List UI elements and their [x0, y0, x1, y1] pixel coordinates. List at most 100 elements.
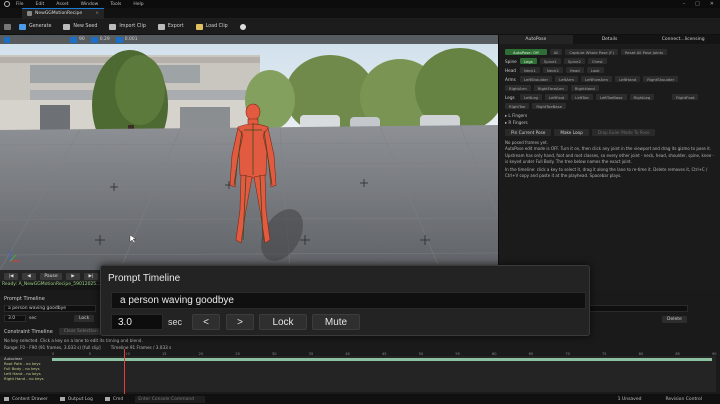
joint-chip[interactable]: Look	[586, 67, 604, 73]
next-prompt-button[interactable]: >	[226, 314, 254, 330]
tab-autopose[interactable]: AutoPose	[499, 35, 573, 44]
autopose-toggle-button[interactable]: AutoPose: Off	[505, 49, 547, 55]
l-fingers-tree-item[interactable]: ▸ L Fingers	[499, 113, 720, 118]
constraint-timeline-title: Constraint Timeline	[4, 328, 53, 335]
maximize-icon[interactable]: □	[695, 1, 700, 7]
joint-chip[interactable]: LeftFoot	[544, 94, 569, 100]
menu-edit[interactable]: Edit	[36, 2, 45, 7]
prompt-text-input[interactable]: a person waving goodbye	[111, 292, 586, 309]
duration-input[interactable]: 3.0	[111, 314, 163, 330]
all-button[interactable]: All	[549, 49, 563, 55]
new-seed-button[interactable]: New Seed	[63, 23, 97, 30]
joint-chip[interactable]: RightHand	[570, 85, 599, 91]
small-prompt-input[interactable]: a person waving goodbye	[4, 305, 96, 312]
rotation-snap-value: 0.29	[99, 37, 110, 42]
menu-window[interactable]: Window	[81, 2, 99, 7]
joint-chip[interactable]: LeftArm	[555, 76, 578, 82]
mute-button[interactable]: Mute	[312, 314, 360, 330]
document-tab[interactable]: NewGGMotionRecipe ×	[22, 7, 104, 19]
prompt-input-tail[interactable]	[588, 305, 688, 312]
step-back-button[interactable]: ◀	[22, 272, 36, 280]
reset-joints-button[interactable]: Reset All Pose Joints	[620, 49, 668, 55]
menu-help[interactable]: Help	[133, 2, 143, 7]
delete-prompt-button[interactable]: Delete	[662, 316, 687, 323]
generate-button[interactable]: Generate	[19, 23, 51, 30]
tab-details[interactable]: Details	[573, 35, 647, 44]
translate-icon[interactable]	[15, 36, 21, 43]
small-lock-button[interactable]: Lock	[74, 315, 95, 322]
lock-button[interactable]: Lock	[259, 314, 307, 330]
pause-button[interactable]: Pause	[40, 272, 62, 280]
joint-chip[interactable]: LeftHand	[615, 76, 641, 82]
joint-chip[interactable]: LeftShoulder	[520, 76, 553, 82]
cmd-dropdown[interactable]: Cmd	[104, 396, 124, 402]
constraint-track-area[interactable]: Autoclear Root Path - no keys Full Body …	[0, 356, 716, 392]
clear-selection-button[interactable]: Clear Selection	[58, 328, 103, 335]
joint-chip[interactable]: Spine1	[539, 58, 561, 64]
joint-chip[interactable]: Chest	[587, 58, 607, 64]
joint-chip[interactable]: Neck1	[520, 67, 540, 73]
jump-start-button[interactable]: |◀	[4, 272, 18, 280]
pin-current-pose-button[interactable]: Pin Current Pose	[505, 129, 552, 136]
save-button[interactable]	[4, 23, 11, 30]
viewport[interactable]: 90 0.29 0.001	[0, 35, 498, 270]
joint-chip[interactable]: RightLeg	[629, 94, 655, 100]
playhead[interactable]	[124, 349, 125, 394]
minimize-icon[interactable]: –	[683, 1, 686, 7]
small-sec-input[interactable]: 3.0	[4, 315, 26, 322]
unreal-logo-button[interactable]	[239, 23, 246, 30]
joint-chip[interactable]: LeftForeArm	[581, 76, 613, 82]
scale-icon[interactable]	[37, 36, 43, 43]
lane-label: Right Hand - no keys	[4, 376, 44, 381]
close-window-icon[interactable]: ✕	[710, 1, 714, 7]
make-loop-button[interactable]: Make Loop	[554, 129, 589, 136]
joint-chip[interactable]: RightToeBase	[532, 103, 566, 109]
console-input[interactable]: Enter Console Command	[135, 395, 206, 403]
joint-chip[interactable]: RightShoulder	[643, 76, 679, 82]
output-log-button[interactable]: Output Log	[59, 397, 93, 402]
surface-snap-icon[interactable]	[59, 36, 65, 43]
joint-chip[interactable]: RightToe	[505, 103, 530, 109]
axis-gizmo-icon	[6, 247, 24, 265]
joint-chip[interactable]: Neck2	[542, 67, 563, 73]
tab-close-icon[interactable]: ×	[95, 11, 99, 16]
save-icon	[4, 23, 11, 30]
constraint-hint: No key selected. Click a key on a lane t…	[4, 338, 143, 343]
tab-licensing[interactable]: Connect...licensing	[646, 35, 720, 44]
export-button[interactable]: Export	[157, 23, 184, 30]
joint-chip[interactable]: LeftToe	[571, 94, 593, 100]
revision-control-button[interactable]: Revision Control	[665, 397, 702, 402]
step-forward-button[interactable]: ▶	[66, 272, 80, 280]
content-drawer-button[interactable]: Content Drawer	[4, 397, 48, 402]
grid-snap-icon[interactable]	[70, 36, 77, 43]
drop-euler-button[interactable]: Drop Euler Mode To Pose	[591, 129, 656, 136]
joint-chip[interactable]: RightArm	[505, 85, 531, 91]
rotation-snap-icon[interactable]	[90, 36, 98, 43]
select-mode-icon[interactable]	[4, 36, 10, 43]
joint-chip[interactable]: Head	[565, 67, 584, 73]
rotate-icon[interactable]	[26, 36, 32, 43]
jump-end-button[interactable]: ▶|	[84, 272, 98, 280]
world-space-icon[interactable]	[48, 36, 54, 43]
joint-chip[interactable]: LeftToeBase	[595, 94, 627, 100]
import-clip-button[interactable]: Import Clip	[109, 23, 146, 30]
menu-file[interactable]: File	[16, 2, 24, 7]
scale-snap-icon[interactable]	[115, 36, 123, 43]
capture-pose-button[interactable]: Capture Whole Pose (F)	[565, 49, 618, 55]
menu-tools[interactable]: Tools	[110, 2, 121, 7]
joint-chip[interactable]: Spine2	[563, 58, 585, 64]
prompt-timeline-panel: Prompt Timeline a person waving goodbye …	[100, 265, 590, 336]
generate-icon	[19, 23, 26, 30]
load-clip-button[interactable]: Load Clip	[195, 23, 228, 30]
viewport-scene	[0, 35, 498, 270]
prev-prompt-button[interactable]: <	[192, 314, 220, 330]
cmd-label: Cmd	[112, 396, 124, 402]
joint-chip[interactable]: Legs	[520, 58, 537, 64]
unsaved-indicator[interactable]: 1 Unsaved	[618, 397, 642, 402]
joint-chip[interactable]: RightFoot	[672, 94, 699, 100]
r-fingers-tree-item[interactable]: ▸ R Fingers	[499, 120, 720, 125]
joint-chip[interactable]: RightForeArm	[533, 85, 568, 91]
joint-chip[interactable]: LeftLeg	[520, 94, 542, 100]
duration-unit-label: sec	[168, 317, 183, 327]
menu-asset[interactable]: Asset	[56, 2, 68, 7]
